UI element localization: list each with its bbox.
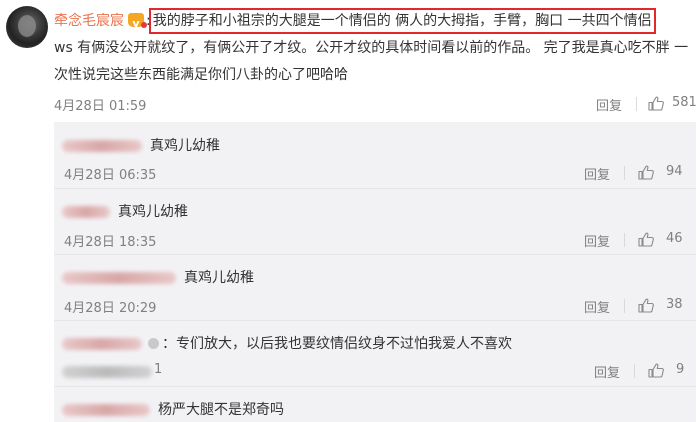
- blurred-time: [62, 366, 152, 378]
- blurred-username: [62, 140, 142, 152]
- reply-text: 真鸡儿幼稚: [118, 204, 188, 220]
- comment-text: ws 有俩没公开就纹了，有俩公开了才纹。公开才纹的具体时间看以前的作品。 完了我…: [54, 40, 689, 83]
- like-count: 46: [666, 231, 683, 246]
- blurred-username: [62, 206, 110, 218]
- reply-time: 4月28日 18:35: [64, 235, 157, 250]
- like-count: 581: [672, 95, 697, 110]
- divider: [54, 386, 696, 387]
- reply-button[interactable]: 回复: [584, 231, 610, 250]
- reply-time: 4月28日 20:29: [64, 301, 157, 316]
- thumbs-up-icon[interactable]: [638, 298, 654, 313]
- like-count: 38: [666, 297, 683, 312]
- thumbs-up-icon[interactable]: [638, 165, 654, 180]
- reply-text: 真鸡儿幼稚: [150, 138, 220, 154]
- reply-time: 1: [154, 362, 163, 377]
- divider: [54, 320, 696, 321]
- reply-button[interactable]: 回复: [584, 164, 610, 183]
- replies-panel: 真鸡儿幼稚 4月28日 06:35 回复 94 真鸡儿幼稚 4月28日 18:3…: [54, 122, 696, 422]
- comment-body: 牵念毛宸宸:我的脖子和小祖宗的大腿是一个情侣的 俩人的大拇指，手臂，胸口 一共四…: [54, 8, 696, 89]
- blurred-username: [62, 338, 142, 350]
- username-link[interactable]: 牵念毛宸宸: [54, 13, 124, 29]
- avatar[interactable]: [6, 6, 48, 48]
- reply-button[interactable]: 回复: [584, 297, 610, 316]
- divider: [636, 97, 637, 111]
- blurred-username: [62, 272, 176, 284]
- reply-text: 真鸡儿幼稚: [184, 270, 254, 286]
- badge-icon: [148, 338, 159, 349]
- thumbs-up-icon[interactable]: [638, 232, 654, 247]
- divider: [54, 188, 696, 189]
- reply-time: 4月28日 06:35: [64, 168, 157, 183]
- divider: [624, 233, 625, 247]
- divider: [634, 364, 635, 378]
- blurred-username: [62, 404, 150, 416]
- divider: [624, 166, 625, 180]
- like-count: 9: [676, 362, 685, 377]
- reply-text: 杨严大腿不是郑奇吗: [158, 402, 284, 418]
- username-separator: :: [146, 13, 151, 29]
- highlighted-text: 我的脖子和小祖宗的大腿是一个情侣的 俩人的大拇指，手臂，胸口 一共四个情侣: [148, 8, 656, 34]
- reply-text: ：专们放大，以后我也要纹情侣纹身不过怕我爱人不喜欢: [162, 336, 512, 352]
- reply-button[interactable]: 回复: [596, 95, 622, 114]
- divider: [54, 254, 696, 255]
- like-count: 94: [666, 164, 683, 179]
- divider: [624, 299, 625, 313]
- thumbs-up-icon[interactable]: [648, 96, 664, 111]
- thumbs-up-icon[interactable]: [648, 363, 664, 378]
- comment-time: 4月28日 01:59: [54, 99, 147, 114]
- reply-button[interactable]: 回复: [594, 362, 620, 381]
- vip-crown-icon: [128, 10, 147, 37]
